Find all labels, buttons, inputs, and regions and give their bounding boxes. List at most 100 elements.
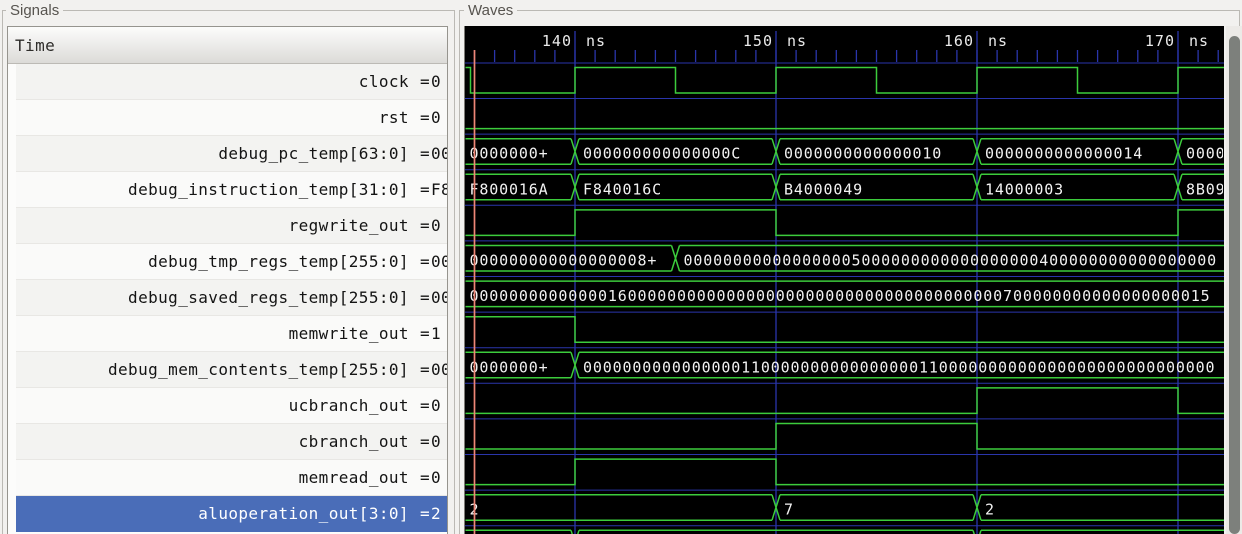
binary-wave bbox=[465, 209, 1224, 237]
binary-wave bbox=[465, 315, 1224, 343]
signal-name: clock bbox=[358, 72, 419, 91]
signal-name: regwrite_out bbox=[288, 216, 419, 235]
bus-wave bbox=[465, 529, 1224, 534]
wave-row-memwrite_out[interactable] bbox=[465, 315, 1224, 349]
bus-value-label: 14000003 bbox=[985, 180, 1064, 198]
bus-value-label: F800016A bbox=[470, 180, 549, 198]
wave-row-clock[interactable] bbox=[465, 66, 1224, 99]
signal-row-debug_saved_regs_temp[255:0][interactable]: debug_saved_regs_temp[255:0] = 00 bbox=[16, 280, 447, 316]
wave-row-rst[interactable] bbox=[465, 127, 1224, 135]
ruler-tick-unit: ns bbox=[787, 32, 807, 50]
signal-row-clock[interactable]: clock = 0 bbox=[16, 64, 447, 100]
signal-row-cbranch_out[interactable]: cbranch_out = 0 bbox=[16, 424, 447, 460]
signal-value: 1 bbox=[431, 324, 442, 343]
signal-row-debug_pc_temp[63:0][interactable]: debug_pc_temp[63:0] = 00 bbox=[16, 136, 447, 172]
bus-value-label: 0000000+ bbox=[470, 358, 549, 376]
signal-name: cbranch_out bbox=[298, 432, 419, 451]
bus-wave bbox=[465, 493, 1224, 521]
signal-name: debug_saved_regs_temp[255:0] bbox=[128, 288, 419, 307]
wave-row-aluoperation_out[interactable]: 272 bbox=[465, 493, 1224, 527]
wave-row-debug_instruction_temp[interactable]: F800016A F840016C B4000049 14000003 8B09 bbox=[465, 173, 1224, 206]
bus-value-label: 0000000+ bbox=[470, 145, 549, 163]
signal-value: 0 bbox=[431, 468, 442, 487]
signal-row-debug_instruction_temp[31:0][interactable]: debug_instruction_temp[31:0] = F8 bbox=[16, 172, 447, 208]
bus-value-label: 2 bbox=[985, 501, 995, 519]
signal-name: debug_pc_temp[63:0] bbox=[218, 144, 419, 163]
signal-value: 0 bbox=[431, 72, 442, 91]
signal-value: 00 bbox=[431, 360, 447, 379]
signal-value: 00 bbox=[431, 252, 447, 271]
bus-value-label: 0000000000000010 bbox=[784, 145, 942, 163]
wave-row-debug_pc_temp[interactable]: 0000000+ 000000000000000C 0000000000000010… bbox=[465, 137, 1224, 171]
binary-wave bbox=[465, 66, 1224, 94]
wave-row-memread_out[interactable] bbox=[465, 458, 1224, 491]
bus-value-label: 0000000000000014 bbox=[985, 145, 1143, 163]
ruler-tick-label: 150 bbox=[743, 32, 773, 50]
wave-row-debug_tmp_regs_temp[interactable]: 000000000000000008+ 000000000000000005000… bbox=[465, 244, 1224, 277]
bus-value-label: 8B09 bbox=[1186, 180, 1224, 198]
signal-row-regwrite_out[interactable]: regwrite_out = 0 bbox=[16, 208, 447, 244]
signal-value: 2 bbox=[431, 504, 442, 523]
signal-value: 0 bbox=[431, 432, 442, 451]
ruler-tick-label: 140 bbox=[542, 32, 572, 50]
wave-row-next-row-partial[interactable] bbox=[465, 529, 1225, 534]
scrollbar-thumb[interactable] bbox=[1229, 36, 1240, 534]
signal-value: 0 bbox=[431, 108, 442, 127]
wave-row-regwrite_out[interactable] bbox=[465, 209, 1224, 242]
signal-name: debug_mem_contents_temp[255:0] bbox=[107, 360, 419, 379]
equals-sign: = bbox=[419, 252, 431, 271]
binary-wave bbox=[465, 458, 1224, 486]
signal-rows-area[interactable]: clock = 0 rst = 0 debug_pc_temp[63:0] = 00 deb… bbox=[8, 64, 447, 532]
signals-frame-label: Signals bbox=[6, 2, 64, 19]
wave-viewport[interactable]: 140 ns 150 ns 160 ns 170 ns 0000000+ 000000000000… bbox=[465, 26, 1224, 534]
ruler-tick-unit: ns bbox=[988, 32, 1008, 50]
signal-name: memread_out bbox=[298, 468, 419, 487]
signal-value: 00 bbox=[431, 288, 447, 307]
ruler-tick-unit: ns bbox=[586, 32, 606, 50]
equals-sign: = bbox=[419, 288, 431, 307]
equals-sign: = bbox=[419, 180, 431, 199]
signal-value: 00 bbox=[431, 144, 447, 163]
signal-row-ucbranch_out[interactable]: ucbranch_out = 0 bbox=[16, 388, 447, 424]
equals-sign: = bbox=[419, 504, 431, 523]
equals-sign: = bbox=[419, 396, 431, 415]
ruler-tick-unit: ns bbox=[1189, 32, 1209, 50]
ruler-tick-label: 170 bbox=[1145, 32, 1175, 50]
bus-value-label: B4000049 bbox=[784, 180, 863, 198]
signal-row-memwrite_out[interactable]: memwrite_out = 1 bbox=[16, 316, 447, 352]
bus-value-label: 0000000000000000110000000000000000110000… bbox=[583, 358, 1215, 376]
signal-name: memwrite_out bbox=[288, 324, 419, 343]
wave-row-debug_mem_contents_temp[interactable]: 0000000+ 00000000000000001100000000000000… bbox=[465, 351, 1224, 384]
signal-name: rst bbox=[378, 108, 419, 127]
time-column-header[interactable]: Time bbox=[8, 27, 447, 64]
signal-name: ucbranch_out bbox=[288, 396, 419, 415]
bus-value-label: 0000 bbox=[1186, 145, 1224, 163]
signal-row-debug_tmp_regs_temp[255:0][interactable]: debug_tmp_regs_temp[255:0] = 00 bbox=[16, 244, 447, 280]
equals-sign: = bbox=[419, 468, 431, 487]
equals-sign: = bbox=[419, 360, 431, 379]
ruler-tick-label: 160 bbox=[944, 32, 974, 50]
vertical-scrollbar[interactable] bbox=[1226, 26, 1242, 534]
equals-sign: = bbox=[419, 432, 431, 451]
equals-sign: = bbox=[419, 144, 431, 163]
equals-sign: = bbox=[419, 72, 431, 91]
signal-row-debug_mem_contents_temp[255:0][interactable]: debug_mem_contents_temp[255:0] = 00 bbox=[16, 352, 447, 388]
wave-row-debug_saved_regs_temp[interactable]: 0000000000000016000000000000000000000000… bbox=[465, 280, 1224, 313]
waves-frame-label: Waves bbox=[464, 2, 518, 19]
wave-row-ucbranch_out[interactable] bbox=[465, 387, 1224, 420]
signal-row-aluoperation_out[3:0][interactable]: aluoperation_out[3:0] = 2 bbox=[16, 496, 447, 532]
binary-wave bbox=[465, 422, 1224, 450]
bus-value-label: 000000000000000008+ bbox=[470, 252, 658, 270]
signal-name: aluoperation_out[3:0] bbox=[198, 504, 419, 523]
signal-row-memread_out[interactable]: memread_out = 0 bbox=[16, 460, 447, 496]
signal-name: debug_tmp_regs_temp[255:0] bbox=[148, 252, 419, 271]
wave-row-cbranch_out[interactable] bbox=[465, 422, 1224, 455]
time-column-header-label: Time bbox=[15, 35, 56, 55]
bus-value-label: F840016C bbox=[583, 180, 662, 198]
bus-value-label: 0000000000000000050000000000000000004000… bbox=[684, 252, 1218, 270]
signal-value: F8 bbox=[431, 180, 447, 199]
equals-sign: = bbox=[419, 216, 431, 235]
bus-value-label: 7 bbox=[784, 501, 794, 519]
bus-value-label: 0000000000000016000000000000000000000000… bbox=[470, 287, 1211, 305]
signal-row-rst[interactable]: rst = 0 bbox=[16, 100, 447, 136]
